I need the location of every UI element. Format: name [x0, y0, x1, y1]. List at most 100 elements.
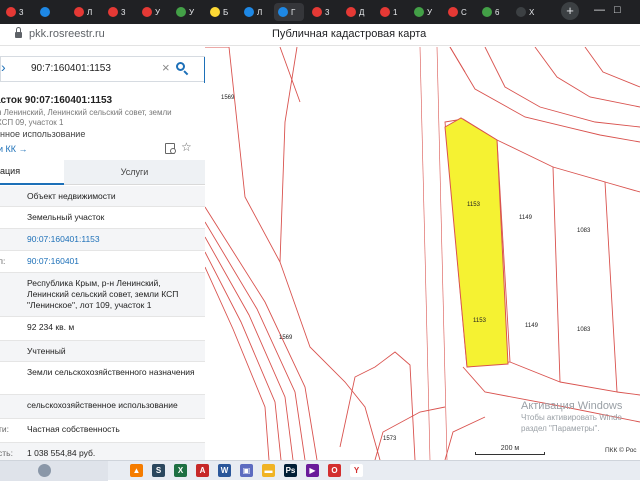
tab-label: Д [359, 8, 364, 17]
tab-favicon-icon [142, 7, 152, 17]
tab-favicon-icon [346, 7, 356, 17]
attributes-table: Объект недвижимости Земельный участок : … [0, 186, 205, 460]
browser-tab[interactable]: 3 [308, 3, 338, 21]
row-value: сельскохозяйственное использование [27, 400, 202, 411]
tab-label: 1 [393, 8, 397, 17]
tab-label: У [427, 8, 432, 17]
taskbar-search[interactable] [0, 461, 108, 481]
tab-services[interactable]: Услуги [64, 160, 205, 184]
tab-label: Г [291, 8, 295, 17]
row-label: ти: [0, 424, 9, 434]
table-row: Земельный участок [0, 207, 205, 229]
url-field[interactable]: pkk.rosreestr.ru [29, 28, 105, 40]
tab-label: 6 [495, 8, 499, 17]
row-value: Земли сельскохозяйственного назначения [27, 367, 202, 378]
parcel-label[interactable]: 1569 [221, 95, 234, 101]
object-title: асток 90:07:160401:1153 [0, 95, 112, 106]
parcel-label[interactable]: 1149 [525, 323, 538, 329]
steam-icon[interactable]: S [152, 464, 165, 477]
tab-favicon-icon [6, 7, 16, 17]
tab-label: 3 [325, 8, 329, 17]
object-usage: енное использование [0, 129, 85, 139]
opera-icon[interactable]: O [328, 464, 341, 477]
browser-tab[interactable]: Б [206, 3, 236, 21]
cadastral-map[interactable]: 1569 1153 1149 1083 1153 1149 1083 1569 … [205, 47, 640, 460]
browser-tab[interactable]: 3 [104, 3, 134, 21]
browser-tab[interactable] [36, 3, 66, 21]
media-icon[interactable]: ▶ [306, 464, 319, 477]
maximize-icon[interactable]: □ [614, 4, 621, 16]
row-value: Земельный участок [27, 212, 202, 223]
parcel-label[interactable]: 1569 [279, 335, 292, 341]
row-value: Объект недвижимости [27, 191, 202, 202]
map-scale: 200 м [475, 445, 545, 455]
tab-label: 3 [121, 8, 125, 17]
parcel-label[interactable]: 1149 [519, 215, 532, 221]
table-row: сельскохозяйственное использование [0, 395, 205, 419]
tab-label: Л [257, 8, 262, 17]
excel-icon[interactable]: X [174, 464, 187, 477]
new-tab-button[interactable]: + [561, 2, 579, 20]
photo-icon[interactable]: ▣ [240, 464, 253, 477]
ps-icon[interactable]: Ps [284, 464, 297, 477]
info-panel: › 90:7:160401:1153 × асток 90:07:160401:… [0, 47, 205, 460]
browser-tab[interactable]: У [172, 3, 202, 21]
parcel-label[interactable]: 1083 [577, 327, 590, 333]
browser-tab[interactable]: 1 [376, 3, 406, 21]
zoom-to-object-icon[interactable] [165, 143, 175, 154]
browser-tab[interactable]: Д [342, 3, 372, 21]
tab-favicon-icon [74, 7, 84, 17]
browser-tab[interactable]: У [410, 3, 440, 21]
lock-icon[interactable] [15, 30, 22, 38]
table-row: 92 234 кв. м [0, 317, 205, 341]
kk-link[interactable]: и КК → [0, 144, 28, 154]
browser-tab[interactable]: Г [274, 3, 304, 21]
favorite-star-icon[interactable]: ☆ [181, 140, 192, 154]
browser-tab-strip: + — □ 3 Л 3 У У Б Л Г 3 Д 1 У С 6 Х [0, 0, 640, 24]
vlc-icon[interactable]: ▲ [130, 464, 143, 477]
map-copyright: ПКК © Рос [605, 447, 637, 454]
browser-tab[interactable]: У [138, 3, 168, 21]
tab-label: У [189, 8, 194, 17]
folder-icon[interactable]: ▬ [262, 464, 275, 477]
row-value: 92 234 кв. м [27, 322, 202, 333]
tab-favicon-icon [414, 7, 424, 17]
row-value: 1 038 554,84 руб. [27, 448, 202, 459]
table-row: ти: Частная собственность [0, 419, 205, 443]
parcel-1569-boundary [205, 47, 380, 460]
minimize-icon[interactable]: — [594, 4, 605, 16]
row-value: Учтенный [27, 346, 202, 357]
parcel-label[interactable]: 1153 [473, 318, 486, 324]
parcel-boundaries [205, 47, 640, 460]
parcel-label[interactable]: 1083 [577, 228, 590, 234]
address-bar: pkk.rosreestr.ru Публичная кадастровая к… [0, 24, 640, 46]
page-title: Публичная кадастровая карта [272, 28, 426, 40]
tab-information[interactable]: ация [0, 160, 64, 185]
table-row: сть: 1 038 554,84 руб. [0, 443, 205, 460]
table-row: : 90:07:160401:1153 [0, 229, 205, 251]
browser-tab[interactable]: 3 [2, 3, 32, 21]
chevron-right-icon[interactable]: › [1, 59, 6, 75]
search-icon[interactable] [176, 60, 190, 76]
row-label: л: [0, 256, 5, 266]
browser-tab[interactable]: С [444, 3, 474, 21]
clear-search-icon[interactable]: × [162, 60, 170, 75]
tab-favicon-icon [40, 7, 50, 17]
quarter-link[interactable]: 90:07:160401 [27, 256, 202, 267]
browser-tab[interactable]: Л [240, 3, 270, 21]
object-address: н Ленинский, Ленинский сельский совет, з… [0, 108, 187, 128]
pdf-icon[interactable]: A [196, 464, 209, 477]
cadastral-number-link[interactable]: 90:07:160401:1153 [27, 234, 202, 245]
parcel-label[interactable]: 1573 [383, 436, 396, 442]
parcel-label[interactable]: 1153 [467, 202, 480, 208]
cadastral-search[interactable]: › 90:7:160401:1153 × [0, 56, 205, 82]
yandex-icon[interactable]: Y [350, 464, 363, 477]
table-row: л: 90:07:160401 [0, 251, 205, 273]
browser-tab[interactable]: 6 [478, 3, 508, 21]
search-input[interactable]: 90:7:160401:1153 [31, 63, 111, 74]
browser-tab[interactable]: Л [70, 3, 100, 21]
tab-favicon-icon [448, 7, 458, 17]
browser-tab[interactable]: Х [512, 3, 542, 21]
avatar[interactable] [38, 464, 51, 477]
word-icon[interactable]: W [218, 464, 231, 477]
